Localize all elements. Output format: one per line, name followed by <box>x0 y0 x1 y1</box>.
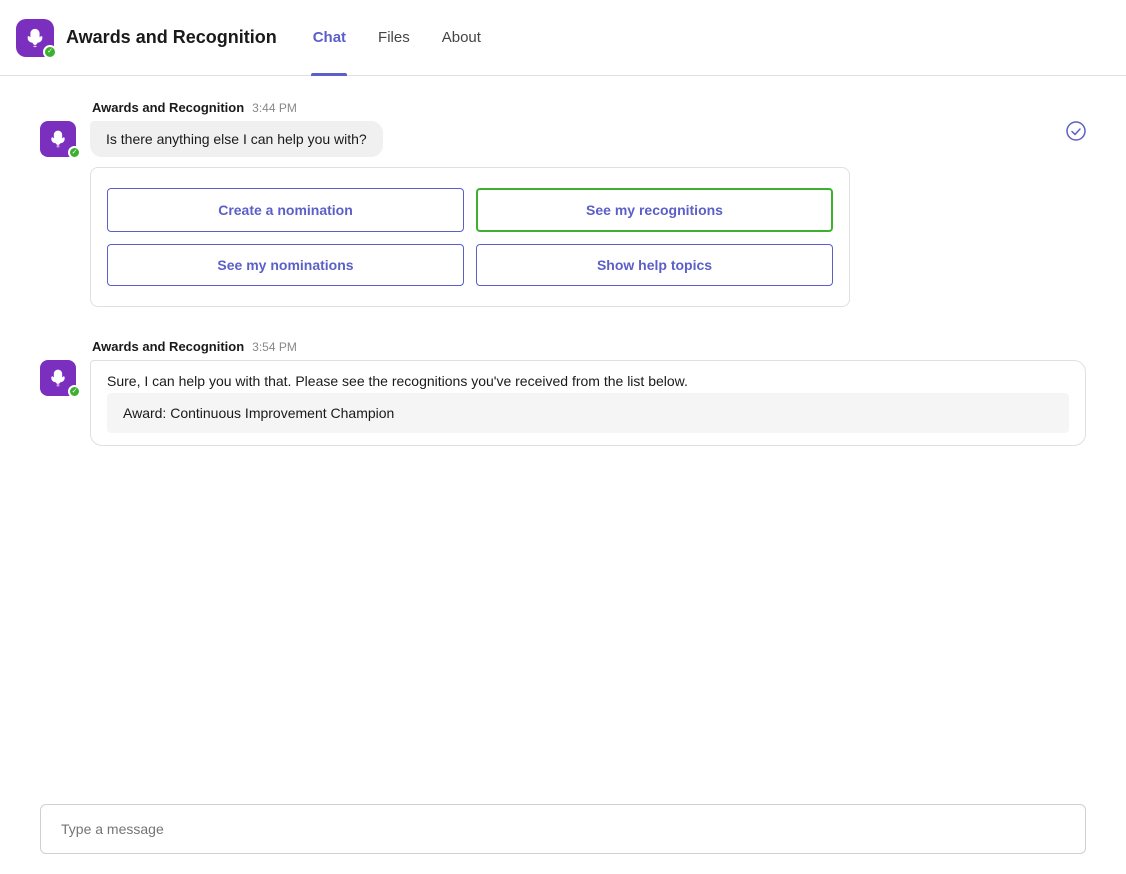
avatar-online-2 <box>68 385 81 398</box>
app-header: Awards and Recognition Chat Files About <box>0 0 1126 76</box>
message-row-2: Sure, I can help you with that. Please s… <box>40 360 1086 446</box>
chat-area: Awards and Recognition 3:44 PM Is there … <box>0 76 1126 478</box>
message-block-1: Awards and Recognition 3:44 PM Is there … <box>40 100 1086 307</box>
sender-name-1: Awards and Recognition <box>92 100 244 115</box>
tab-files[interactable]: Files <box>366 0 422 76</box>
message-meta-1: Awards and Recognition 3:44 PM <box>40 100 1086 115</box>
message-time-2: 3:54 PM <box>252 340 297 354</box>
app-title: Awards and Recognition <box>66 27 277 48</box>
app-icon-wrapper <box>16 19 54 57</box>
bot-avatar-wrapper-2 <box>40 360 78 396</box>
message-content-2: Sure, I can help you with that. Please s… <box>90 360 1086 446</box>
avatar-online-1 <box>68 146 81 159</box>
see-my-nominations-button[interactable]: See my nominations <box>107 244 464 286</box>
award-row: Award: Continuous Improvement Champion <box>107 393 1069 433</box>
message-content-1: Is there anything else I can help you wi… <box>90 121 1054 307</box>
action-card-1: Create a nomination See my recognitions … <box>90 167 850 307</box>
trophy-icon-avatar-2 <box>48 368 68 388</box>
message-input-area <box>0 792 1126 874</box>
message-time-1: 3:44 PM <box>252 101 297 115</box>
message-input[interactable] <box>40 804 1086 854</box>
reaction-area-1 <box>1066 121 1086 150</box>
message-bubble-2: Sure, I can help you with that. Please s… <box>90 360 1086 446</box>
trophy-icon-avatar <box>48 129 68 149</box>
reaction-check-icon <box>1066 121 1086 146</box>
sender-name-2: Awards and Recognition <box>92 339 244 354</box>
create-nomination-button[interactable]: Create a nomination <box>107 188 464 232</box>
tab-chat[interactable]: Chat <box>301 0 358 76</box>
message-text-2: Sure, I can help you with that. Please s… <box>107 373 688 389</box>
message-block-2: Awards and Recognition 3:54 PM Sure, I c… <box>40 339 1086 446</box>
show-help-topics-button[interactable]: Show help topics <box>476 244 833 286</box>
bot-avatar-wrapper-1 <box>40 121 78 157</box>
tab-about[interactable]: About <box>430 0 493 76</box>
message-bubble-1: Is there anything else I can help you wi… <box>90 121 383 157</box>
trophy-icon <box>24 27 46 49</box>
online-indicator <box>43 45 57 59</box>
nav-tabs: Chat Files About <box>301 0 493 75</box>
message-row-1: Is there anything else I can help you wi… <box>40 121 1086 307</box>
see-my-recognitions-button[interactable]: See my recognitions <box>476 188 833 232</box>
message-meta-2: Awards and Recognition 3:54 PM <box>40 339 1086 354</box>
